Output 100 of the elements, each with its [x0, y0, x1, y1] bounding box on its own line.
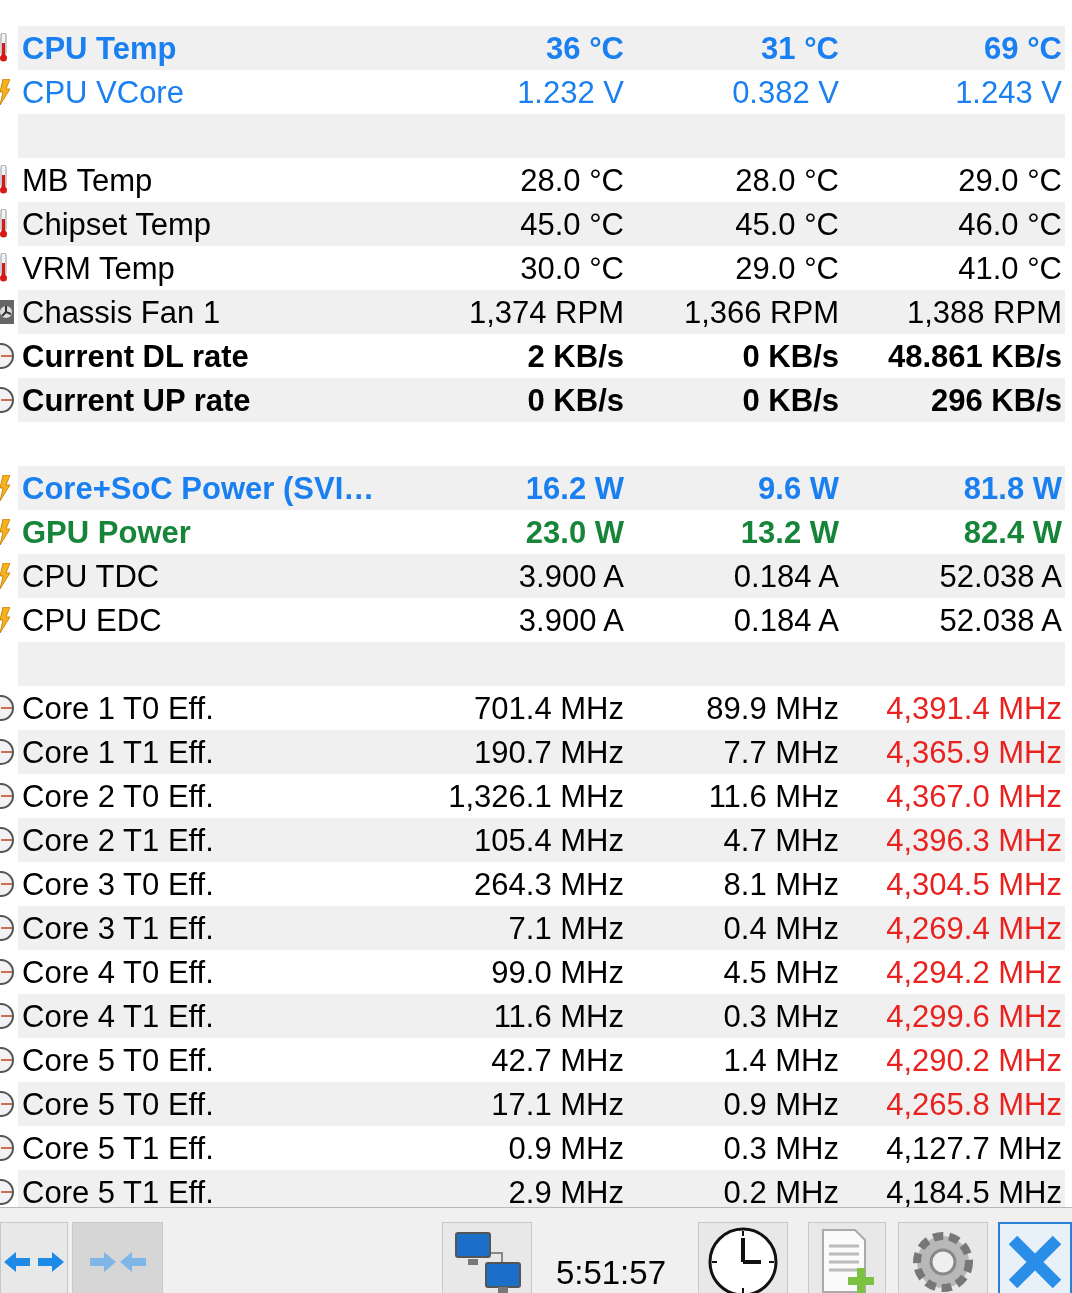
current-value: 7.1 MHz	[507, 912, 624, 944]
report-button[interactable]	[808, 1222, 886, 1293]
maximum-value: 4,127.7 MHz	[885, 1132, 1062, 1164]
current-value: 42.7 MHz	[490, 1044, 624, 1076]
minimum-value: 0 KB/s	[741, 340, 839, 372]
minimum-value: 11.6 MHz	[707, 780, 839, 812]
minimum-value: 28.0 °C	[734, 164, 839, 196]
sensor-row[interactable]: Core 5 T1 Eff. 2.9 MHz 0.2 MHz 4,184.5 MHz	[18, 1170, 1065, 1207]
settings-button[interactable]	[898, 1222, 988, 1293]
sensor-name: Core 5 T0 Eff.	[22, 1088, 215, 1120]
time-label: 5:51:57	[555, 1253, 666, 1293]
current-value: 105.4 MHz	[473, 824, 624, 856]
current-value: 30.0 °C	[519, 252, 624, 284]
maximum-value: 4,265.8 MHz	[885, 1088, 1062, 1120]
fan-icon	[0, 300, 14, 324]
maximum-value: 4,391.4 MHz	[885, 692, 1062, 724]
minimum-value: 0.382 V	[731, 76, 839, 108]
sensor-name: Core 2 T1 Eff.	[22, 824, 215, 856]
current-value: 2 KB/s	[526, 340, 624, 372]
maximum-value: 4,184.5 MHz	[885, 1176, 1062, 1207]
current-value: 1.232 V	[516, 76, 624, 108]
gauge-icon	[0, 915, 14, 941]
sensor-name: CPU VCore	[22, 76, 185, 108]
sensor-name: CPU EDC	[22, 604, 163, 636]
gauge-icon	[0, 959, 14, 985]
current-value: 3.900 A	[517, 560, 624, 592]
sensor-row[interactable]: Core 5 T0 Eff. 17.1 MHz 0.9 MHz 4,265.8 MHz	[18, 1082, 1065, 1126]
current-value: 3.900 A	[517, 604, 624, 636]
sensor-name: MB Temp	[22, 164, 154, 196]
current-value: 99.0 MHz	[490, 956, 624, 988]
minimum-value: 8.1 MHz	[722, 868, 839, 900]
network-button[interactable]	[441, 1222, 532, 1293]
sensor-name: VRM Temp	[22, 252, 176, 284]
maximum-value: 52.038 A	[938, 560, 1062, 592]
maximum-value: 4,367.0 MHz	[885, 780, 1062, 812]
maximum-value: 4,304.5 MHz	[885, 868, 1062, 900]
current-value: 701.4 MHz	[473, 692, 624, 724]
minimum-value: 89.9 MHz	[705, 692, 839, 724]
current-value: 190.7 MHz	[473, 736, 624, 768]
sensor-row[interactable]: Core 4 T1 Eff. 11.6 MHz 0.3 MHz 4,299.6 MHz	[18, 994, 1065, 1038]
maximum-value: 296 KB/s	[930, 384, 1062, 416]
sensor-name: Core 4 T0 Eff.	[22, 956, 215, 988]
sensor-name: Core 2 T0 Eff.	[22, 780, 215, 812]
minimum-value: 1,366 RPM	[682, 296, 839, 328]
sensor-row[interactable]: Core 2 T1 Eff. 105.4 MHz 4.7 MHz 4,396.3 MHz	[18, 818, 1065, 862]
sensor-name: Core 4 T1 Eff.	[22, 1000, 215, 1032]
sensor-row[interactable]: Chipset Temp 45.0 °C 45.0 °C 46.0 °C	[18, 202, 1065, 246]
gauge-icon	[0, 343, 14, 369]
current-value: 36 °C	[545, 32, 624, 64]
gauge-icon	[0, 871, 14, 897]
maximum-value: 4,294.2 MHz	[885, 956, 1062, 988]
maximum-value: 82.4 W	[962, 516, 1062, 548]
sensor-row[interactable]: Current UP rate 0 KB/s 0 KB/s 296 KB/s	[18, 378, 1065, 422]
minimum-value: 4.7 MHz	[722, 824, 839, 856]
minimum-value: 7.7 MHz	[722, 736, 839, 768]
sensor-name: CPU Temp	[22, 32, 178, 64]
minimum-value: 0.184 A	[732, 560, 839, 592]
maximum-value: 29.0 °C	[957, 164, 1062, 196]
gauge-icon	[0, 387, 14, 413]
sensor-name: CPU TDC	[22, 560, 161, 592]
maximum-value: 48.861 KB/s	[886, 340, 1062, 372]
sensor-row[interactable]: Core 1 T1 Eff. 190.7 MHz 7.7 MHz 4,365.9 MHz	[18, 730, 1065, 774]
minimum-value: 0.184 A	[732, 604, 839, 636]
clock-button[interactable]	[698, 1222, 788, 1293]
sensor-name: Chassis Fan 1	[22, 296, 222, 328]
minimum-value: 31 °C	[760, 32, 839, 64]
current-value: 17.1 MHz	[490, 1088, 624, 1120]
current-value: 45.0 °C	[519, 208, 624, 240]
current-value: 1,326.1 MHz	[447, 780, 624, 812]
current-value: 28.0 °C	[519, 164, 624, 196]
sensor-name: GPU Power	[22, 516, 192, 548]
sensor-name: Core 1 T1 Eff.	[22, 736, 215, 768]
gauge-icon	[0, 1003, 14, 1029]
maximum-value: 4,365.9 MHz	[885, 736, 1062, 768]
sensor-row[interactable]: CPU TDC 3.900 A 0.184 A 52.038 A	[18, 554, 1065, 598]
sensor-name: Current DL rate	[22, 340, 250, 372]
minimum-value: 4.5 MHz	[722, 956, 839, 988]
maximum-value: 4,290.2 MHz	[885, 1044, 1062, 1076]
sensor-row[interactable]: Core 3 T1 Eff. 7.1 MHz 0.4 MHz 4,269.4 MHz	[18, 906, 1065, 950]
sensor-name: Core 3 T1 Eff.	[22, 912, 215, 944]
lightning-icon	[0, 475, 10, 501]
minimum-value: 0 KB/s	[741, 384, 839, 416]
sensor-row[interactable]: Chassis Fan 1 1,374 RPM 1,366 RPM 1,388 RPM	[18, 290, 1065, 334]
current-value: 2.9 MHz	[507, 1176, 624, 1207]
close-button[interactable]	[998, 1222, 1072, 1293]
gauge-icon	[0, 1135, 14, 1161]
gauge-icon	[0, 783, 14, 809]
sensor-name: Core 3 T0 Eff.	[22, 868, 215, 900]
expand-button[interactable]	[0, 1222, 68, 1293]
maximum-value: 46.0 °C	[957, 208, 1062, 240]
gauge-icon	[0, 739, 14, 765]
sensor-name: Core 5 T1 Eff.	[22, 1132, 215, 1164]
maximum-value: 81.8 W	[962, 472, 1062, 504]
gauge-icon	[0, 827, 14, 853]
minimum-value: 0.4 MHz	[722, 912, 839, 944]
maximum-value: 41.0 °C	[957, 252, 1062, 284]
gauge-icon	[0, 1047, 14, 1073]
current-value: 0.9 MHz	[507, 1132, 624, 1164]
maximum-value: 4,299.6 MHz	[885, 1000, 1062, 1032]
current-value: 16.2 W	[524, 472, 624, 504]
